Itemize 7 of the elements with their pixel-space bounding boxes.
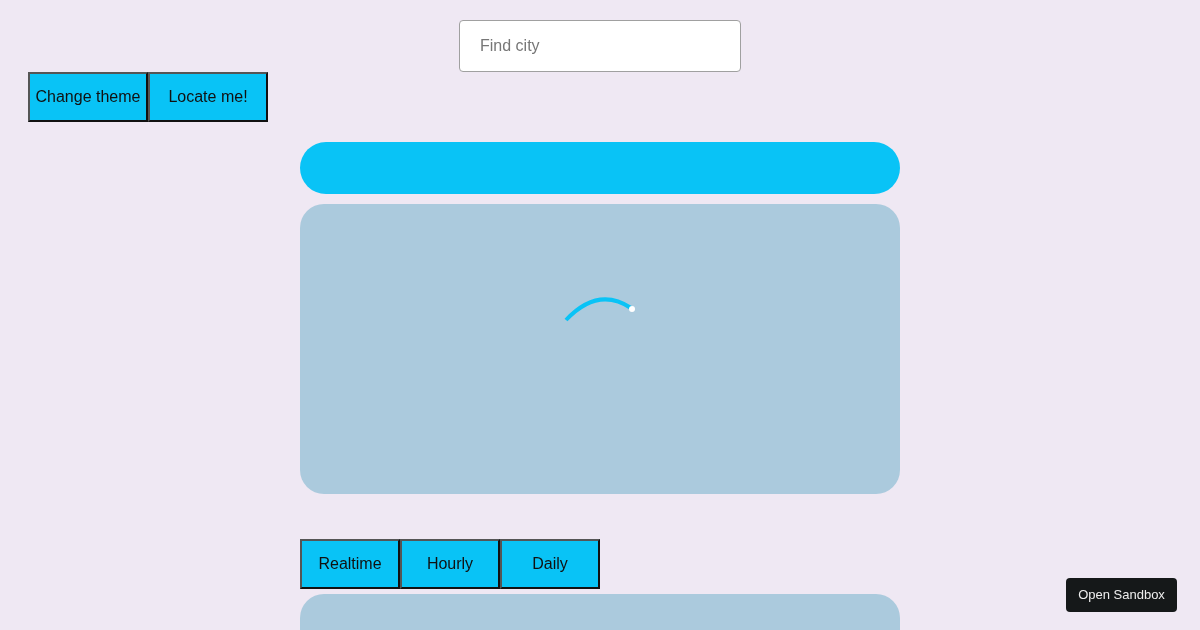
forecast-tab[interactable]: Realtime (300, 539, 400, 589)
forecast-tab[interactable]: Hourly (400, 539, 500, 589)
open-sandbox-button[interactable]: Open Sandbox (1066, 578, 1177, 612)
forecast-tab[interactable]: Daily (500, 539, 600, 589)
action-button[interactable]: Change theme (28, 72, 148, 122)
action-button[interactable]: Locate me! (148, 72, 268, 122)
search-field[interactable]: Find city (459, 20, 741, 72)
